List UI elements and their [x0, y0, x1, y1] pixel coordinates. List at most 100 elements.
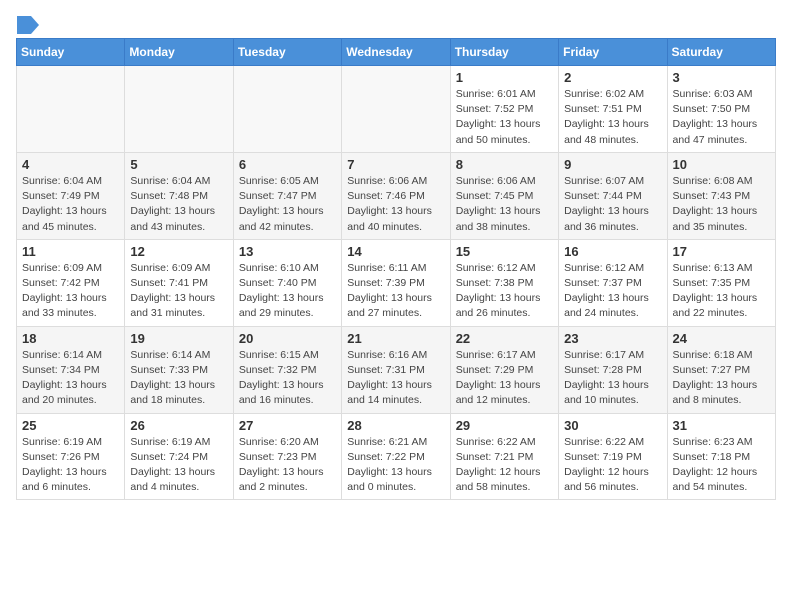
day-number: 21	[347, 331, 444, 346]
calendar-header-sunday: Sunday	[17, 39, 125, 66]
day-info: Sunrise: 6:06 AM Sunset: 7:45 PM Dayligh…	[456, 174, 553, 235]
day-info: Sunrise: 6:09 AM Sunset: 7:41 PM Dayligh…	[130, 261, 227, 322]
calendar-cell: 29 Sunrise: 6:22 AM Sunset: 7:21 PM Dayli…	[450, 413, 558, 500]
calendar-cell	[233, 66, 341, 153]
day-number: 22	[456, 331, 553, 346]
day-info: Sunrise: 6:17 AM Sunset: 7:28 PM Dayligh…	[564, 348, 661, 409]
calendar-cell: 22 Sunrise: 6:17 AM Sunset: 7:29 PM Dayli…	[450, 326, 558, 413]
day-info: Sunrise: 6:11 AM Sunset: 7:39 PM Dayligh…	[347, 261, 444, 322]
day-number: 14	[347, 244, 444, 259]
calendar-cell: 10 Sunrise: 6:08 AM Sunset: 7:43 PM Dayli…	[667, 152, 775, 239]
calendar-cell: 13 Sunrise: 6:10 AM Sunset: 7:40 PM Dayli…	[233, 239, 341, 326]
calendar-header-monday: Monday	[125, 39, 233, 66]
day-number: 5	[130, 157, 227, 172]
calendar-cell: 21 Sunrise: 6:16 AM Sunset: 7:31 PM Dayli…	[342, 326, 450, 413]
day-info: Sunrise: 6:14 AM Sunset: 7:34 PM Dayligh…	[22, 348, 119, 409]
calendar-cell: 27Sunrise: 6:20 AM Sunset: 7:23 PM Dayli…	[233, 413, 341, 500]
day-number: 30	[564, 418, 661, 433]
day-number: 19	[130, 331, 227, 346]
calendar-cell: 9Sunrise: 6:07 AM Sunset: 7:44 PM Daylig…	[559, 152, 667, 239]
calendar-cell: 28Sunrise: 6:21 AM Sunset: 7:22 PM Dayli…	[342, 413, 450, 500]
calendar-cell: 4 Sunrise: 6:04 AM Sunset: 7:49 PM Daylig…	[17, 152, 125, 239]
day-number: 11	[22, 244, 119, 259]
day-number: 4	[22, 157, 119, 172]
day-info: Sunrise: 6:02 AM Sunset: 7:51 PM Dayligh…	[564, 87, 661, 148]
day-number: 15	[456, 244, 553, 259]
logo-arrow-icon	[17, 16, 39, 34]
day-info: Sunrise: 6:04 AM Sunset: 7:49 PM Dayligh…	[22, 174, 119, 235]
day-info: Sunrise: 6:03 AM Sunset: 7:50 PM Dayligh…	[673, 87, 770, 148]
day-info: Sunrise: 6:07 AM Sunset: 7:44 PM Dayligh…	[564, 174, 661, 235]
header	[16, 16, 776, 30]
calendar-cell: 17Sunrise: 6:13 AM Sunset: 7:35 PM Dayli…	[667, 239, 775, 326]
day-info: Sunrise: 6:22 AM Sunset: 7:21 PM Dayligh…	[456, 435, 553, 496]
calendar-cell: 6Sunrise: 6:05 AM Sunset: 7:47 PM Daylig…	[233, 152, 341, 239]
calendar-cell: 7 Sunrise: 6:06 AM Sunset: 7:46 PM Daylig…	[342, 152, 450, 239]
calendar-cell: 25Sunrise: 6:19 AM Sunset: 7:26 PM Dayli…	[17, 413, 125, 500]
calendar-cell	[342, 66, 450, 153]
calendar-table: SundayMondayTuesdayWednesdayThursdayFrid…	[16, 38, 776, 500]
calendar-header-saturday: Saturday	[667, 39, 775, 66]
day-number: 29	[456, 418, 553, 433]
calendar-cell: 18 Sunrise: 6:14 AM Sunset: 7:34 PM Dayli…	[17, 326, 125, 413]
day-info: Sunrise: 6:15 AM Sunset: 7:32 PM Dayligh…	[239, 348, 336, 409]
day-number: 2	[564, 70, 661, 85]
day-info: Sunrise: 6:04 AM Sunset: 7:48 PM Dayligh…	[130, 174, 227, 235]
calendar-cell: 12 Sunrise: 6:09 AM Sunset: 7:41 PM Dayli…	[125, 239, 233, 326]
day-info: Sunrise: 6:21 AM Sunset: 7:22 PM Dayligh…	[347, 435, 444, 496]
calendar-week-row: 4 Sunrise: 6:04 AM Sunset: 7:49 PM Daylig…	[17, 152, 776, 239]
calendar-header-tuesday: Tuesday	[233, 39, 341, 66]
calendar-cell: 20 Sunrise: 6:15 AM Sunset: 7:32 PM Dayli…	[233, 326, 341, 413]
calendar-cell: 15 Sunrise: 6:12 AM Sunset: 7:38 PM Dayli…	[450, 239, 558, 326]
day-info: Sunrise: 6:22 AM Sunset: 7:19 PM Dayligh…	[564, 435, 661, 496]
day-info: Sunrise: 6:06 AM Sunset: 7:46 PM Dayligh…	[347, 174, 444, 235]
day-info: Sunrise: 6:08 AM Sunset: 7:43 PM Dayligh…	[673, 174, 770, 235]
calendar-cell: 8 Sunrise: 6:06 AM Sunset: 7:45 PM Daylig…	[450, 152, 558, 239]
day-info: Sunrise: 6:19 AM Sunset: 7:26 PM Dayligh…	[22, 435, 119, 496]
calendar-header-thursday: Thursday	[450, 39, 558, 66]
day-info: Sunrise: 6:14 AM Sunset: 7:33 PM Dayligh…	[130, 348, 227, 409]
day-number: 24	[673, 331, 770, 346]
day-number: 8	[456, 157, 553, 172]
day-number: 18	[22, 331, 119, 346]
calendar-cell: 23 Sunrise: 6:17 AM Sunset: 7:28 PM Dayli…	[559, 326, 667, 413]
day-info: Sunrise: 6:19 AM Sunset: 7:24 PM Dayligh…	[130, 435, 227, 496]
calendar-week-row: 25Sunrise: 6:19 AM Sunset: 7:26 PM Dayli…	[17, 413, 776, 500]
calendar-cell: 3 Sunrise: 6:03 AM Sunset: 7:50 PM Daylig…	[667, 66, 775, 153]
day-number: 20	[239, 331, 336, 346]
day-number: 23	[564, 331, 661, 346]
calendar-week-row: 1Sunrise: 6:01 AM Sunset: 7:52 PM Daylig…	[17, 66, 776, 153]
calendar-cell: 5 Sunrise: 6:04 AM Sunset: 7:48 PM Daylig…	[125, 152, 233, 239]
calendar-cell: 30 Sunrise: 6:22 AM Sunset: 7:19 PM Dayli…	[559, 413, 667, 500]
calendar-week-row: 18 Sunrise: 6:14 AM Sunset: 7:34 PM Dayli…	[17, 326, 776, 413]
day-info: Sunrise: 6:12 AM Sunset: 7:37 PM Dayligh…	[564, 261, 661, 322]
day-info: Sunrise: 6:17 AM Sunset: 7:29 PM Dayligh…	[456, 348, 553, 409]
calendar-header-friday: Friday	[559, 39, 667, 66]
day-number: 10	[673, 157, 770, 172]
day-info: Sunrise: 6:20 AM Sunset: 7:23 PM Dayligh…	[239, 435, 336, 496]
day-number: 7	[347, 157, 444, 172]
day-info: Sunrise: 6:10 AM Sunset: 7:40 PM Dayligh…	[239, 261, 336, 322]
calendar-cell: 19 Sunrise: 6:14 AM Sunset: 7:33 PM Dayli…	[125, 326, 233, 413]
calendar-header-wednesday: Wednesday	[342, 39, 450, 66]
day-number: 26	[130, 418, 227, 433]
day-info: Sunrise: 6:16 AM Sunset: 7:31 PM Dayligh…	[347, 348, 444, 409]
day-number: 13	[239, 244, 336, 259]
calendar-cell: 2 Sunrise: 6:02 AM Sunset: 7:51 PM Daylig…	[559, 66, 667, 153]
calendar-cell: 24 Sunrise: 6:18 AM Sunset: 7:27 PM Dayli…	[667, 326, 775, 413]
day-info: Sunrise: 6:12 AM Sunset: 7:38 PM Dayligh…	[456, 261, 553, 322]
calendar-week-row: 11Sunrise: 6:09 AM Sunset: 7:42 PM Dayli…	[17, 239, 776, 326]
calendar-cell: 11Sunrise: 6:09 AM Sunset: 7:42 PM Dayli…	[17, 239, 125, 326]
logo	[16, 16, 40, 30]
day-number: 3	[673, 70, 770, 85]
day-number: 6	[239, 157, 336, 172]
day-number: 12	[130, 244, 227, 259]
calendar-cell: 31Sunrise: 6:23 AM Sunset: 7:18 PM Dayli…	[667, 413, 775, 500]
calendar-cell	[17, 66, 125, 153]
day-info: Sunrise: 6:01 AM Sunset: 7:52 PM Dayligh…	[456, 87, 553, 148]
calendar-header-row: SundayMondayTuesdayWednesdayThursdayFrid…	[17, 39, 776, 66]
day-info: Sunrise: 6:18 AM Sunset: 7:27 PM Dayligh…	[673, 348, 770, 409]
day-number: 16	[564, 244, 661, 259]
calendar-cell: 14 Sunrise: 6:11 AM Sunset: 7:39 PM Dayli…	[342, 239, 450, 326]
calendar-cell: 26 Sunrise: 6:19 AM Sunset: 7:24 PM Dayli…	[125, 413, 233, 500]
